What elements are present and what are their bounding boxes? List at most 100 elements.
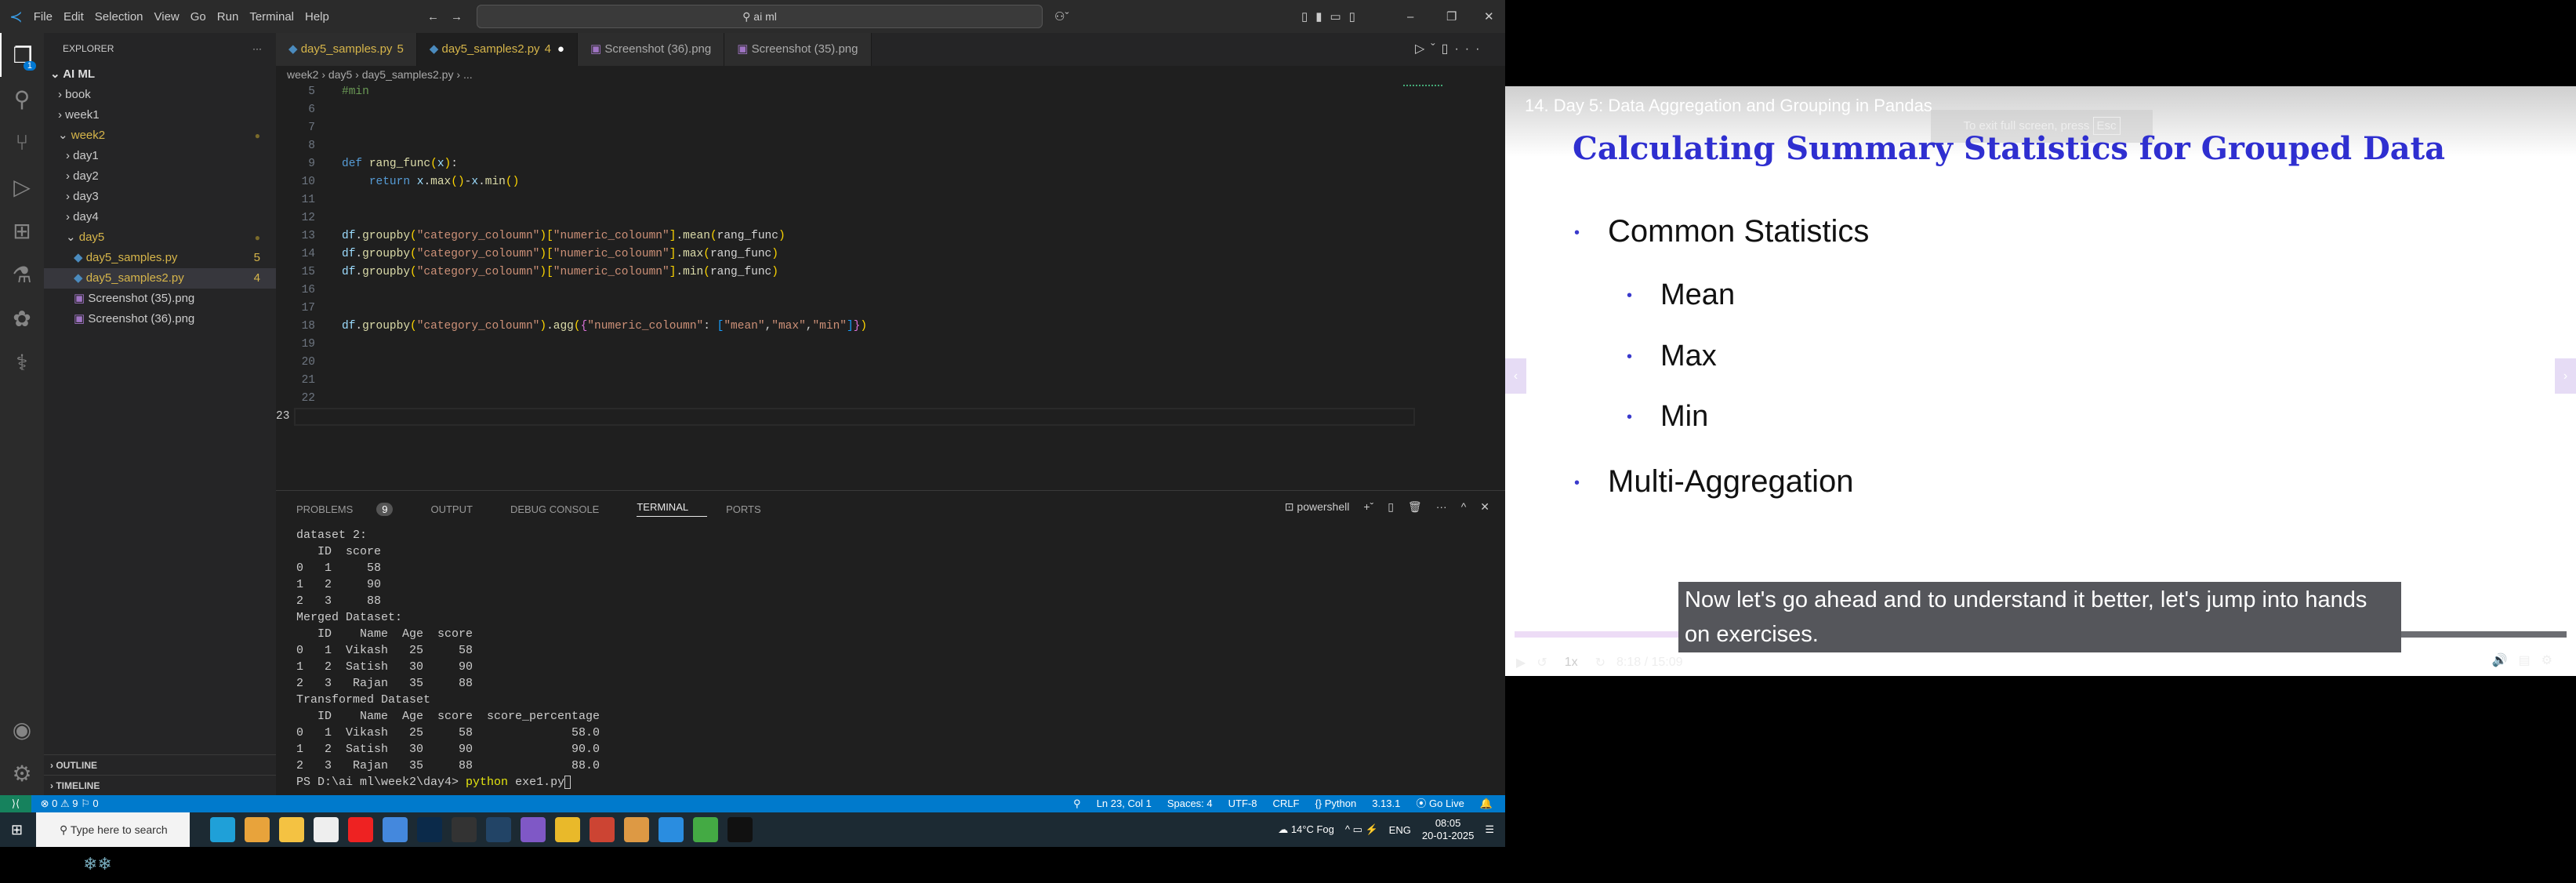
forward-icon[interactable]: ↻ [1595, 655, 1605, 670]
taskbar-visual-studio-icon[interactable] [521, 817, 546, 842]
taskbar-youtube-icon[interactable] [348, 817, 373, 842]
weather-widget[interactable]: ☁ 14°C Fog [1278, 823, 1334, 836]
close-panel-icon[interactable]: ✕ [1480, 500, 1489, 514]
encoding[interactable]: UTF-8 [1228, 795, 1257, 812]
account-icon[interactable]: ◉ [0, 707, 44, 751]
taskbar-paint-icon[interactable] [555, 817, 580, 842]
zoom-icon[interactable]: ⚲ [1073, 795, 1081, 812]
minimize-button[interactable]: – [1407, 10, 1413, 24]
taskbar-edge-icon[interactable] [210, 817, 235, 842]
captions-icon[interactable]: ▤ [2519, 652, 2531, 668]
tree-item[interactable]: ◆ day5_samples.py 5 [44, 248, 276, 268]
terminal-shell-button[interactable]: ⊡ powershell [1285, 500, 1350, 514]
taskbar-chrome-2-icon[interactable] [693, 817, 718, 842]
python-version[interactable]: 3.13.1 [1372, 795, 1400, 812]
line-ending[interactable]: CRLF [1272, 795, 1299, 812]
tree-item[interactable]: › day3 [44, 187, 276, 207]
menu-selection[interactable]: Selection [95, 10, 143, 24]
trash-icon[interactable]: 🗑 [1408, 500, 1422, 514]
back-icon[interactable]: ← [427, 10, 439, 24]
prev-slide-button[interactable]: ‹ [1505, 358, 1526, 394]
next-slide-button[interactable]: › [2555, 358, 2576, 394]
taskbar-photoshop-icon[interactable] [417, 817, 442, 842]
speed-button[interactable]: 1x [1558, 652, 1584, 673]
forward-icon[interactable]: → [451, 10, 463, 24]
notifications-icon[interactable]: 🔔 [1480, 795, 1493, 812]
extensions-icon[interactable]: ⊞ [0, 209, 44, 253]
copilot-icon[interactable]: ⚇ˇ [1054, 9, 1068, 24]
new-terminal-icon[interactable]: +ˇ [1363, 500, 1373, 514]
notification-center-icon[interactable]: ☰ [1485, 823, 1494, 836]
taskbar-file-explorer-icon[interactable] [279, 817, 304, 842]
menu-file[interactable]: File [34, 10, 53, 24]
chatgpt-icon[interactable]: ✿ [0, 296, 44, 340]
indentation[interactable]: Spaces: 4 [1167, 795, 1213, 812]
settings-icon[interactable]: ⚙ [2542, 652, 2552, 668]
taskbar-git-icon[interactable] [590, 817, 615, 842]
taskbar-search[interactable]: ⚲ Type here to search ❄❄ [36, 812, 190, 874]
menu-help[interactable]: Help [305, 10, 329, 24]
breadcrumb-item[interactable]: ... [463, 68, 473, 81]
code-editor[interactable]: 5 #min 6 7 8 9 def rang_func(x): 10 return x.ma… [276, 83, 1416, 426]
tree-item[interactable]: ◆ day5_samples2.py 4 [44, 268, 276, 289]
restore-button[interactable]: ❐ [1446, 9, 1457, 24]
terminal-output[interactable]: dataset 2: ID score 0 1 58 1 2 90 2 3 88 Mer… [276, 527, 1505, 790]
panel-tab-output[interactable]: OUTPUT [430, 503, 491, 515]
tree-item[interactable]: › day4 [44, 207, 276, 227]
timeline-section[interactable]: › TIMELINE [44, 775, 276, 795]
tree-item[interactable]: › day1 [44, 146, 276, 166]
panel-tab-ports[interactable]: PORTS [726, 503, 780, 515]
taskbar-obs-icon[interactable] [452, 817, 477, 842]
clock[interactable]: 08:05 20-01-2025 [1422, 817, 1475, 842]
run-debug-icon[interactable]: ▷ [0, 165, 44, 209]
tab-screenshot-36-png[interactable]: ▣ Screenshot (36).png [577, 33, 725, 66]
taskbar-app-icon[interactable] [383, 817, 408, 842]
command-center-search[interactable]: ⚲ ai ml [477, 5, 1043, 28]
maximize-panel-icon[interactable]: ^ [1461, 500, 1467, 514]
breadcrumb-item[interactable]: week2 [287, 68, 318, 81]
testing-icon[interactable]: ⚗ [0, 253, 44, 296]
workspace-root[interactable]: ⌄ AI ML [44, 64, 276, 85]
taskbar-vscode-icon[interactable] [659, 817, 684, 842]
tree-item[interactable]: ▣ Screenshot (36).png [44, 309, 276, 329]
panel-tab-terminal[interactable]: TERMINAL [637, 501, 708, 517]
menu-view[interactable]: View [154, 10, 180, 24]
tree-item[interactable]: › week1 [44, 105, 276, 125]
unsaved-dot-icon[interactable]: ● [557, 42, 564, 56]
tab-day5-samples-py[interactable]: ◆ day5_samples.py 5 [276, 33, 417, 66]
panel-tab-problems[interactable]: PROBLEMS 9 [296, 502, 412, 516]
panel-tab-debug-console[interactable]: DEBUG CONSOLE [510, 503, 618, 515]
remote-icon[interactable]: ⟩⟨ [0, 795, 31, 812]
menu-edit[interactable]: Edit [63, 10, 84, 24]
language-mode[interactable]: {} Python [1315, 795, 1356, 812]
taskbar-chrome-icon[interactable] [245, 817, 270, 842]
tab-screenshot-35-png[interactable]: ▣ Screenshot (35).png [724, 33, 872, 66]
tree-item[interactable]: ⌄ week2 ● [44, 125, 276, 146]
taskbar-vs-icon[interactable] [486, 817, 511, 842]
terminal-prompt[interactable]: PS D:\ai ml\week2\day4> python exe1.py [296, 774, 1505, 790]
layout-icons[interactable]: ▯▮▭▯ [1301, 9, 1363, 24]
more-icon[interactable]: ··· [1436, 500, 1447, 514]
taskbar-notepad-icon[interactable] [314, 817, 339, 842]
volume-icon[interactable]: 🔊 [2492, 652, 2508, 668]
explorer-icon[interactable]: ❐ 1 [0, 33, 44, 77]
tree-item[interactable]: ▣ Screenshot (35).png [44, 289, 276, 309]
menu-terminal[interactable]: Terminal [249, 10, 294, 24]
outline-section[interactable]: › OUTLINE [44, 754, 276, 775]
cursor-position[interactable]: Ln 23, Col 1 [1097, 795, 1152, 812]
tab-day5-samples2-py[interactable]: ◆ day5_samples2.py 4 ● [416, 33, 578, 66]
tray-icons[interactable]: ^ ▭ ⚡ [1345, 823, 1378, 836]
minimap[interactable] [1403, 85, 1442, 108]
tree-item[interactable]: ⌄ day5 ● [44, 227, 276, 248]
source-control-icon[interactable]: ⑂ [0, 121, 44, 165]
split-terminal-icon[interactable]: ▯ [1388, 500, 1394, 514]
close-button[interactable]: ✕ [1484, 9, 1494, 24]
settings-gear-icon[interactable]: ⚙ [0, 751, 44, 795]
taskbar-terminal-icon[interactable] [727, 817, 753, 842]
play-icon[interactable]: ▶ [1516, 655, 1526, 670]
breadcrumb-item[interactable]: day5_samples2.py [362, 68, 454, 81]
menu-run[interactable]: Run [217, 10, 239, 24]
go-live-button[interactable]: ⦿ Go Live [1416, 795, 1464, 812]
taskbar-chrome-active-icon[interactable] [624, 817, 649, 842]
rewind-icon[interactable]: ↺ [1537, 655, 1547, 670]
